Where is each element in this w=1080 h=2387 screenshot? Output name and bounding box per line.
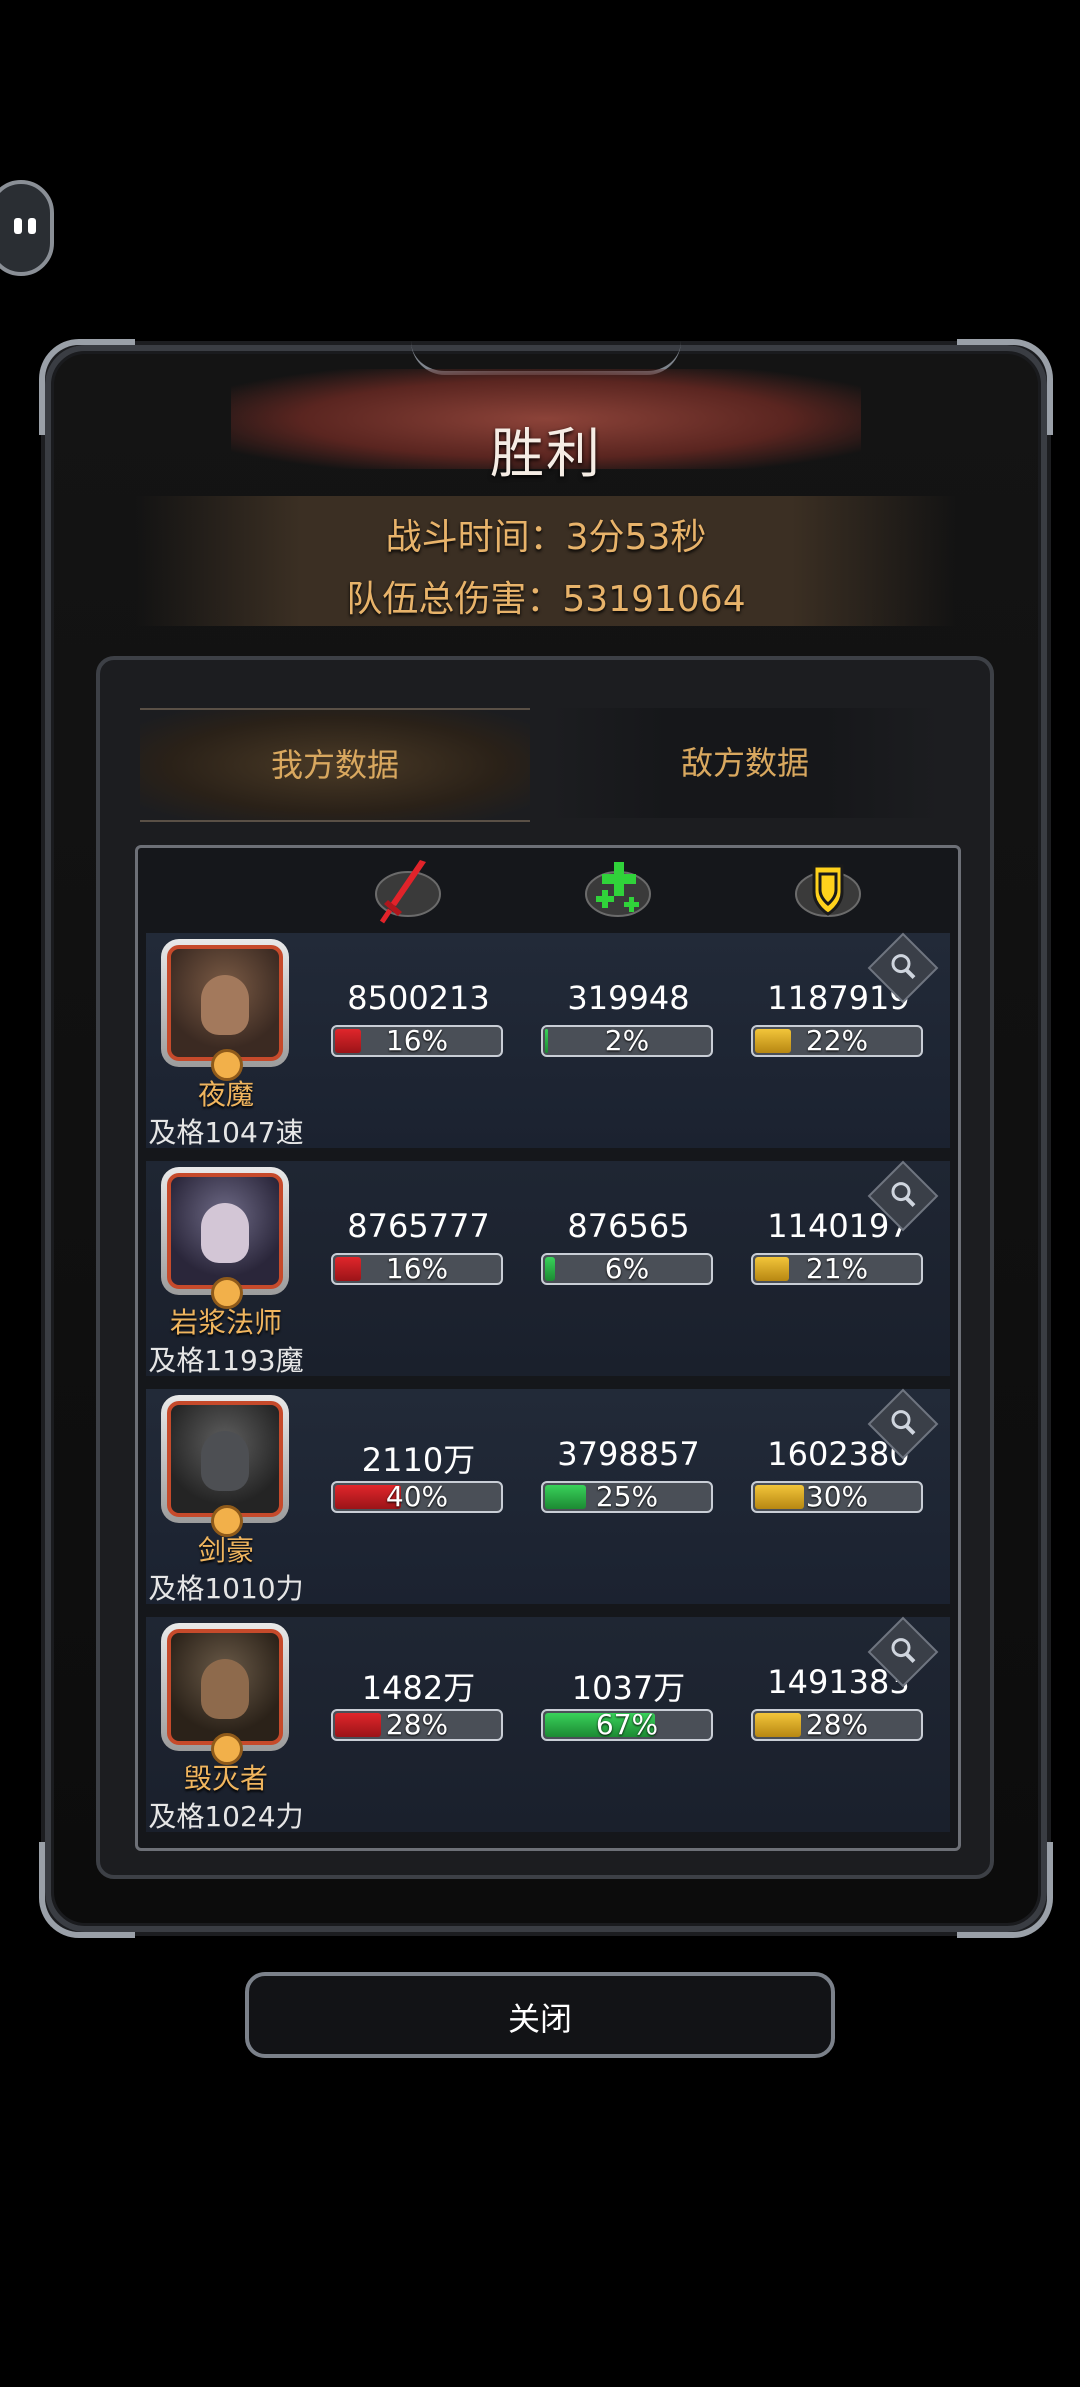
- eye-icon-left: [14, 218, 22, 234]
- percent-label: 6%: [604, 1252, 650, 1285]
- heal-share-bar: 2%: [541, 1025, 713, 1057]
- close-button[interactable]: 关闭: [245, 1972, 835, 2058]
- hero-subtitle: 及格1193魔: [148, 1344, 304, 1377]
- magnifier-icon: [891, 1410, 916, 1435]
- battle-summary: 战斗时间：3分53秒 队伍总伤害：53191064: [136, 496, 956, 626]
- percent-label: 16%: [385, 1024, 449, 1057]
- damage-value: 2110万: [361, 1441, 476, 1479]
- hero-row: 岩浆法师 及格1193魔 8765777 16% 876565 6% 11401…: [146, 1160, 950, 1377]
- damage-value: 8765777: [347, 1207, 490, 1245]
- damage-stat: 2110万 40%: [331, 1435, 506, 1513]
- stats-panel: 我方数据 敌方数据 夜魔 及格1047速 8500213 16% 319948 …: [96, 656, 994, 1879]
- frame-corner: [39, 339, 135, 435]
- frame-corner: [957, 339, 1053, 435]
- percent-label: 67%: [595, 1708, 659, 1741]
- percent-label: 25%: [595, 1480, 659, 1513]
- heal-share-bar: 67%: [541, 1709, 713, 1741]
- dialog-title: 胜利: [490, 422, 602, 485]
- hero-portrait[interactable]: [161, 939, 289, 1081]
- percent-label: 30%: [805, 1480, 869, 1513]
- battle-time: 战斗时间：3分53秒: [385, 517, 707, 558]
- hero-name: 剑豪: [197, 1534, 254, 1567]
- avatar: [201, 975, 249, 1035]
- title-banner: 胜利: [231, 369, 861, 485]
- avatar: [201, 1431, 249, 1491]
- magnifier-icon: [891, 1638, 916, 1663]
- avatar: [201, 1659, 249, 1719]
- hero-name: 夜魔: [197, 1078, 254, 1111]
- heal-share-bar: 25%: [541, 1481, 713, 1513]
- hero-portrait[interactable]: [161, 1167, 289, 1309]
- hero-portrait[interactable]: [161, 1623, 289, 1765]
- percent-label: 40%: [385, 1480, 449, 1513]
- damage-stat: 8500213 16%: [331, 979, 506, 1057]
- floating-assistant-button[interactable]: [0, 180, 54, 276]
- heal-stat: 1037万 67%: [541, 1663, 716, 1741]
- heal-value: 1037万: [571, 1669, 686, 1707]
- heal-value: 319948: [567, 979, 690, 1017]
- tank-share-bar: 28%: [751, 1709, 923, 1741]
- percent-label: 21%: [805, 1252, 869, 1285]
- damage-value: 1482万: [361, 1669, 476, 1707]
- heal-value: 876565: [567, 1207, 690, 1245]
- heal-stat: 319948 2%: [541, 979, 716, 1057]
- team-total-damage: 队伍总伤害：53191064: [346, 579, 746, 620]
- shield-icon: [795, 864, 861, 917]
- damage-share-bar: 16%: [331, 1253, 503, 1285]
- damage-stat: 1482万 28%: [331, 1663, 506, 1741]
- damage-value: 8500213: [347, 979, 490, 1017]
- damage-stat: 8765777 16%: [331, 1207, 506, 1285]
- hero-subtitle: 及格1024力: [148, 1800, 304, 1833]
- hero-row: 夜魔 及格1047速 8500213 16% 319948 2% 1187919…: [146, 932, 950, 1149]
- hero-stats-table: 夜魔 及格1047速 8500213 16% 319948 2% 1187919…: [135, 845, 961, 1851]
- sword-icon: [375, 860, 441, 924]
- heal-stat: 3798857 25%: [541, 1435, 716, 1513]
- avatar: [201, 1203, 249, 1263]
- hero-subtitle: 及格1010力: [148, 1572, 304, 1605]
- tab-enemy-data[interactable]: 敌方数据: [550, 708, 940, 818]
- magnifier-icon: [891, 954, 916, 979]
- percent-label: 16%: [385, 1252, 449, 1285]
- tank-share-bar: 30%: [751, 1481, 923, 1513]
- tank-share-bar: 21%: [751, 1253, 923, 1285]
- percent-label: 22%: [805, 1024, 869, 1057]
- tab-bar: 我方数据 敌方数据: [140, 708, 950, 822]
- hero-row: 毁灭者 及格1024力 1482万 28% 1037万 67% 1491383 …: [146, 1616, 950, 1833]
- eye-icon-right: [28, 218, 36, 234]
- hero-row: 剑豪 及格1010力 2110万 40% 3798857 25% 1602380…: [146, 1388, 950, 1605]
- heal-value: 3798857: [557, 1435, 700, 1473]
- magnifier-icon: [891, 1182, 916, 1207]
- heal-share-bar: 6%: [541, 1253, 713, 1285]
- heal-stat: 876565 6%: [541, 1207, 716, 1285]
- hero-subtitle: 及格1047速: [148, 1116, 304, 1149]
- victory-dialog: 胜利 战斗时间：3分53秒 队伍总伤害：53191064 我方数据 敌方数据 夜…: [39, 339, 1053, 1938]
- damage-share-bar: 28%: [331, 1709, 503, 1741]
- heal-cross-icon: [585, 862, 651, 917]
- hero-name: 毁灭者: [183, 1762, 268, 1795]
- hero-portrait[interactable]: [161, 1395, 289, 1537]
- percent-label: 28%: [805, 1708, 869, 1741]
- tank-share-bar: 22%: [751, 1025, 923, 1057]
- tab-our-data[interactable]: 我方数据: [140, 708, 530, 822]
- percent-label: 28%: [385, 1708, 449, 1741]
- damage-share-bar: 16%: [331, 1025, 503, 1057]
- damage-share-bar: 40%: [331, 1481, 503, 1513]
- hero-name: 岩浆法师: [169, 1306, 282, 1339]
- percent-label: 2%: [604, 1024, 650, 1057]
